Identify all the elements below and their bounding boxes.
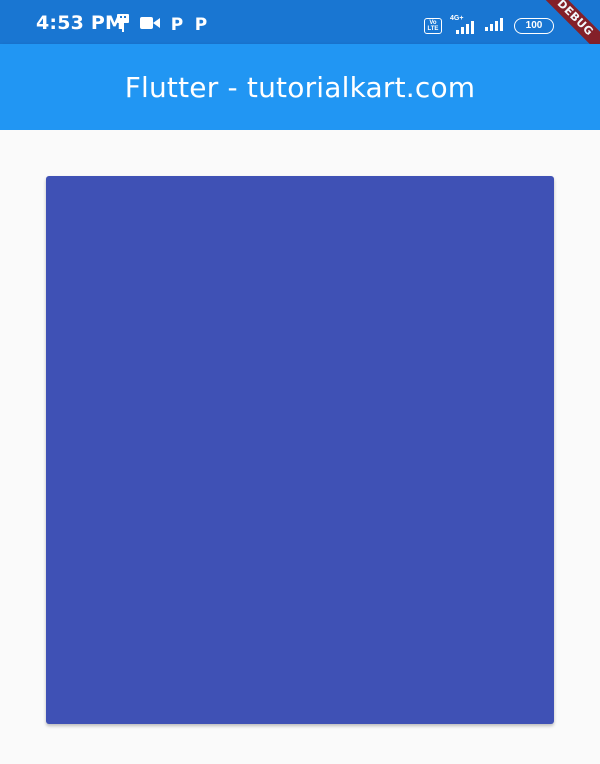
status-bar: 4:53 PM P P Vo LTE 4G+ 100 DEBUG [0,0,600,63]
status-time: 4:53 PM [36,12,125,34]
signal-icon [484,14,506,37]
body-area [0,130,600,764]
p-icon: P [170,15,184,35]
blue-container [46,176,554,724]
battery-icon: 100 [514,17,554,34]
status-system-icons: Vo LTE 4G+ 100 [424,14,554,37]
volte-icon: Vo LTE [424,17,442,34]
video-camera-icon [140,16,160,35]
app-bar-title: Flutter - tutorialkart.com [124,70,476,104]
signal-4g-icon: 4G+ [450,15,476,35]
usb-icon [116,14,130,37]
app-bar: Flutter - tutorialkart.com [0,44,600,130]
status-notification-icons: P P [116,14,208,37]
p-icon: P [194,15,208,35]
